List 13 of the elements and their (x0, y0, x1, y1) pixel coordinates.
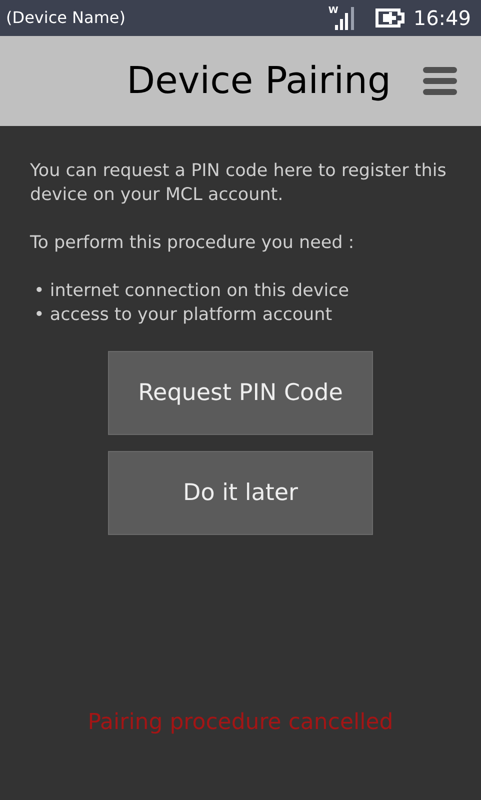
device-name: (Device Name) (6, 7, 126, 29)
action-button[interactable]: Request PIN Code (108, 351, 373, 435)
status-message: Pairing procedure cancelled (86, 709, 394, 737)
menu-icon[interactable] (423, 67, 457, 95)
requirement-item: • internet connection on this device (33, 280, 350, 303)
intro-text: You can request a PIN code here to register this device on your MCL account. (30, 160, 448, 207)
clock-time: 16:49 (413, 5, 471, 32)
action-button[interactable]: Do it later (108, 451, 373, 535)
network-type-label: W (328, 7, 338, 16)
requirement-item: • access to your platform account (33, 304, 334, 327)
battery-charging-icon (373, 8, 406, 28)
requirements-heading: To perform this procedure you need : (30, 232, 356, 255)
page-title: Device Pairing (126, 58, 391, 104)
